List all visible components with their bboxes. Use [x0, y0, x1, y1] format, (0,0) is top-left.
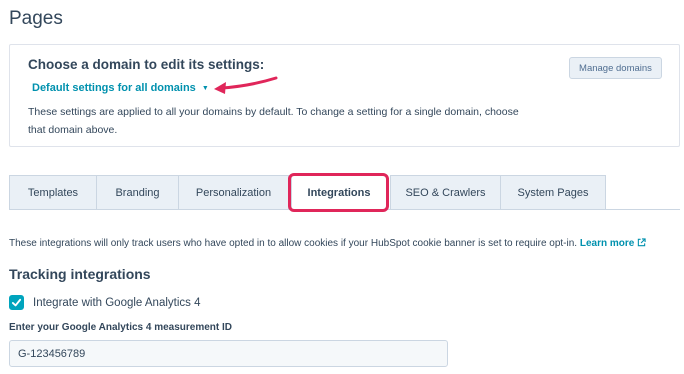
tab-personalization[interactable]: Personalization [178, 175, 289, 210]
measurement-id-label: Enter your Google Analytics 4 measuremen… [9, 322, 233, 333]
integrations-info-text: These integrations will only track users… [9, 238, 578, 249]
tab-templates[interactable]: Templates [9, 175, 97, 210]
ga4-checkbox-label: Integrate with Google Analytics 4 [33, 296, 201, 309]
domain-settings-card: Choose a domain to edit its settings: De… [9, 44, 680, 147]
page-title: Pages [9, 8, 63, 29]
domain-select-dropdown[interactable]: Default settings for all domains ▼ [32, 82, 209, 94]
caret-down-icon: ▼ [201, 84, 209, 92]
tab-integrations[interactable]: Integrations [291, 175, 387, 210]
integrations-info: These integrations will only track users… [9, 238, 646, 249]
tracking-integrations-title: Tracking integrations [9, 266, 151, 282]
domain-description-line: These settings are applied to all your d… [28, 106, 519, 118]
ga4-checkbox-row: Integrate with Google Analytics 4 [9, 295, 201, 310]
domain-description: These settings are applied to all your d… [28, 103, 548, 139]
domain-heading: Choose a domain to edit its settings: [28, 57, 265, 72]
annotation-arrow-icon [214, 76, 278, 94]
learn-more-label: Learn more [579, 238, 635, 249]
tabs-divider [9, 209, 680, 210]
pages-settings-screen: Pages Choose a domain to edit its settin… [0, 0, 684, 374]
domain-description-line: that domain above. [28, 124, 118, 136]
checkmark-icon [11, 298, 22, 307]
ga4-checkbox[interactable] [9, 295, 24, 310]
domain-select-label: Default settings for all domains [32, 82, 196, 94]
external-link-icon [638, 238, 646, 247]
manage-domains-button[interactable]: Manage domains [569, 57, 662, 79]
settings-tabs: Templates Branding Personalization Integ… [9, 175, 680, 211]
tab-branding[interactable]: Branding [96, 175, 179, 210]
measurement-id-input[interactable] [9, 340, 448, 367]
tab-system-pages[interactable]: System Pages [500, 175, 606, 210]
tab-seo-crawlers[interactable]: SEO & Crawlers [390, 175, 501, 210]
learn-more-link[interactable]: Learn more [580, 238, 646, 249]
